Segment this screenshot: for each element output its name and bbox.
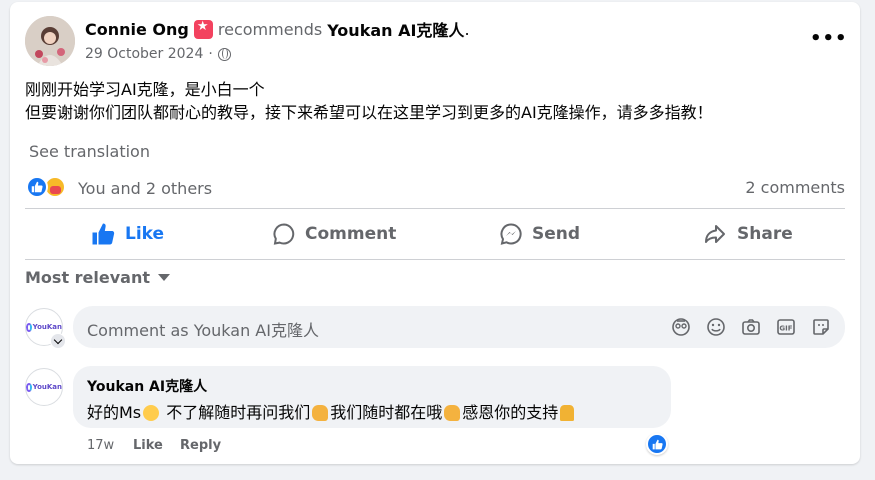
comment-button[interactable]: Comment: [272, 214, 396, 254]
caret-down-icon: [158, 274, 170, 281]
sticker-icon[interactable]: [811, 317, 831, 337]
camera-icon[interactable]: [741, 317, 761, 337]
page-suffix: .: [464, 19, 470, 39]
send-button-label: Send: [532, 224, 581, 244]
post-date[interactable]: 29 October 2024: [85, 46, 203, 62]
recommendation-icon: [193, 19, 213, 39]
avatar-sticker-icon[interactable]: [671, 317, 691, 337]
comment-text: 好的Ms 不了解随时再问我们 我们随时都在哦 感恩你的支持: [87, 399, 576, 423]
commenter-avatar[interactable]: YouKan: [25, 368, 63, 406]
recommends-label: recommends: [217, 19, 323, 39]
sort-label: Most relevant: [25, 268, 150, 287]
svg-text:GIF: GIF: [779, 325, 792, 333]
thumbs-up-icon: [652, 439, 663, 449]
reaction-icons[interactable]: [26, 176, 66, 198]
comment-text-part: 好的Ms: [87, 403, 142, 422]
post-meta: 29 October 2024 ·: [85, 46, 231, 62]
comment-like-badge[interactable]: [646, 433, 668, 455]
author-avatar[interactable]: [25, 16, 75, 66]
chevron-down-icon[interactable]: [50, 333, 66, 349]
post-text: 刚刚开始学习AI克隆，是小白一个 但要谢谢你们团队都耐心的教导，接下来希望可以在…: [25, 78, 713, 124]
send-button[interactable]: Send: [499, 214, 580, 254]
comment-text-part: 感恩你的支持: [462, 403, 559, 422]
post-text-line-2: 但要谢谢你们团队都耐心的教导，接下来希望可以在这里学习到更多的AI克隆操作，请多…: [25, 103, 713, 122]
author-photo-icon: [25, 16, 75, 66]
comment-button-label: Comment: [305, 224, 397, 244]
post-card: Connie Ong recommends Youkan AI克隆人. 29 O…: [10, 2, 860, 464]
divider: [25, 259, 845, 260]
messenger-icon: [500, 223, 522, 245]
avatar-logo-text: YouKan: [32, 383, 62, 391]
comment-reply-button[interactable]: Reply: [180, 438, 221, 453]
share-button[interactable]: Share: [702, 214, 793, 254]
more-options-button[interactable]: •••: [810, 28, 848, 49]
divider: [25, 208, 845, 209]
reaction-summary[interactable]: You and 2 others: [78, 179, 212, 198]
comment-input[interactable]: Comment as Youkan AI克隆人 GIF: [73, 306, 845, 348]
like-button-label: Like: [125, 224, 165, 244]
folded-hands-icon: [560, 405, 575, 421]
like-button[interactable]: Like: [90, 214, 164, 254]
comment-input-placeholder: Comment as Youkan AI克隆人: [87, 321, 319, 340]
author-line: Connie Ong recommends Youkan AI克隆人.: [85, 17, 470, 41]
comment-bubble: Youkan AI克隆人 好的Ms 不了解随时再问我们 我们随时都在哦 感恩你的支持: [73, 366, 671, 428]
thumbs-up-icon: [92, 223, 115, 245]
meta-separator: ·: [208, 46, 213, 62]
youkan-logo-icon: [26, 322, 32, 332]
globe-icon: [217, 47, 231, 61]
post-text-line-1: 刚刚开始学习AI克隆，是小白一个: [25, 80, 265, 99]
see-translation-link[interactable]: See translation: [29, 142, 150, 161]
commenter-name[interactable]: Youkan AI克隆人: [87, 376, 207, 396]
share-arrow-icon: [705, 225, 725, 243]
page-name[interactable]: Youkan AI克隆人: [327, 17, 464, 41]
comment-text-part: 我们随时都在哦: [330, 403, 443, 422]
author-name[interactable]: Connie Ong: [85, 20, 189, 39]
comment-sort-dropdown[interactable]: Most relevant: [25, 268, 170, 287]
youkan-logo-icon: [26, 382, 32, 392]
share-button-label: Share: [737, 224, 793, 244]
like-reaction-icon: [26, 176, 48, 198]
emoji-icon[interactable]: [706, 317, 726, 337]
avatar-logo-text: YouKan: [32, 323, 62, 331]
grinning-face-icon: [143, 405, 160, 421]
comment-count[interactable]: 2 comments: [745, 178, 845, 197]
comment-like-button[interactable]: Like: [133, 438, 163, 453]
flexed-biceps-icon: [444, 405, 461, 421]
comment-bubble-icon: [273, 223, 295, 245]
gif-icon[interactable]: GIF: [776, 317, 796, 337]
comment-text-part: 不了解随时再问我们: [161, 403, 311, 422]
comment-time[interactable]: 17w: [87, 438, 114, 453]
flexed-biceps-icon: [312, 405, 329, 421]
